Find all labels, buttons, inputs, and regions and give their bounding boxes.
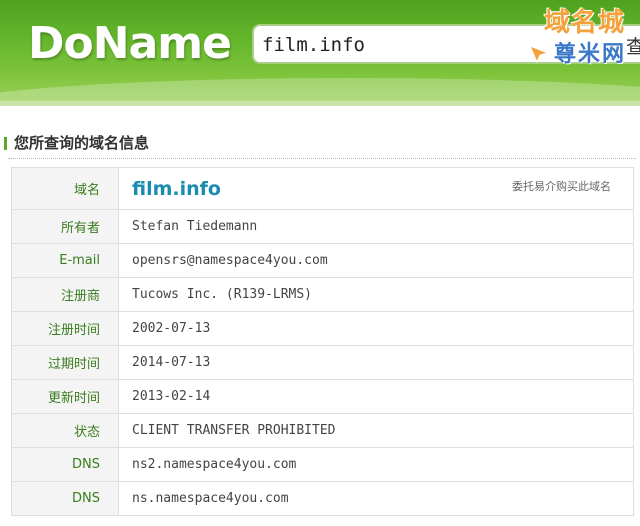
- whois-info-table: 域名 film.info 委托易介购买此域名 所有者 Stefan Tiedem…: [11, 167, 634, 516]
- header-bottom-border: [0, 101, 640, 106]
- field-value-updated: 2013-02-14: [118, 379, 634, 414]
- table-row: E-mail opensrs@namespace4you.com: [11, 243, 634, 278]
- field-label: 更新时间: [11, 379, 119, 414]
- domain-name: film.info: [132, 177, 221, 200]
- section-divider: [8, 158, 636, 159]
- field-value-created: 2002-07-13: [118, 311, 634, 346]
- section-title: 您所查询的域名信息: [14, 134, 150, 152]
- field-value-expires: 2014-07-13: [118, 345, 634, 380]
- field-value-dns: ns.namespace4you.com: [118, 481, 634, 516]
- site-logo[interactable]: DoName: [28, 18, 232, 69]
- field-value-email[interactable]: opensrs@namespace4you.com: [118, 243, 634, 278]
- table-row: 过期时间 2014-07-13: [11, 345, 634, 380]
- watermark-top-text: 域名城: [544, 8, 626, 38]
- field-label: 注册商: [11, 277, 119, 312]
- field-label: 域名: [11, 167, 119, 210]
- field-label: DNS: [11, 447, 119, 482]
- field-label: DNS: [11, 481, 119, 516]
- field-value-domain: film.info 委托易介购买此域名: [118, 167, 634, 210]
- table-row-domain: 域名 film.info 委托易介购买此域名: [11, 167, 634, 210]
- watermark-logo: 域名城 尊米网: [528, 2, 640, 72]
- table-row: 注册商 Tucows Inc. (R139-LRMS): [11, 277, 634, 312]
- field-label: E-mail: [11, 243, 119, 278]
- section-marker-icon: [4, 137, 7, 150]
- field-label: 注册时间: [11, 311, 119, 346]
- cursor-icon: [529, 45, 550, 64]
- field-value-owner: Stefan Tiedemann: [118, 209, 634, 244]
- table-row: DNS ns.namespace4you.com: [11, 481, 634, 516]
- table-row: 注册时间 2002-07-13: [11, 311, 634, 346]
- table-row: DNS ns2.namespace4you.com: [11, 447, 634, 482]
- field-value-registrar: Tucows Inc. (R139-LRMS): [118, 277, 634, 312]
- field-value-dns: ns2.namespace4you.com: [118, 447, 634, 482]
- field-label: 状态: [11, 413, 119, 448]
- table-row: 状态 CLIENT TRANSFER PROHIBITED: [11, 413, 634, 448]
- field-label: 过期时间: [11, 345, 119, 380]
- field-value-status: CLIENT TRANSFER PROHIBITED: [118, 413, 634, 448]
- field-label: 所有者: [11, 209, 119, 244]
- watermark-bottom-text: 尊米网: [554, 42, 627, 67]
- table-row: 所有者 Stefan Tiedemann: [11, 209, 634, 244]
- broker-purchase-link[interactable]: 委托易介购买此域名: [512, 178, 611, 194]
- table-row: 更新时间 2013-02-14: [11, 379, 634, 414]
